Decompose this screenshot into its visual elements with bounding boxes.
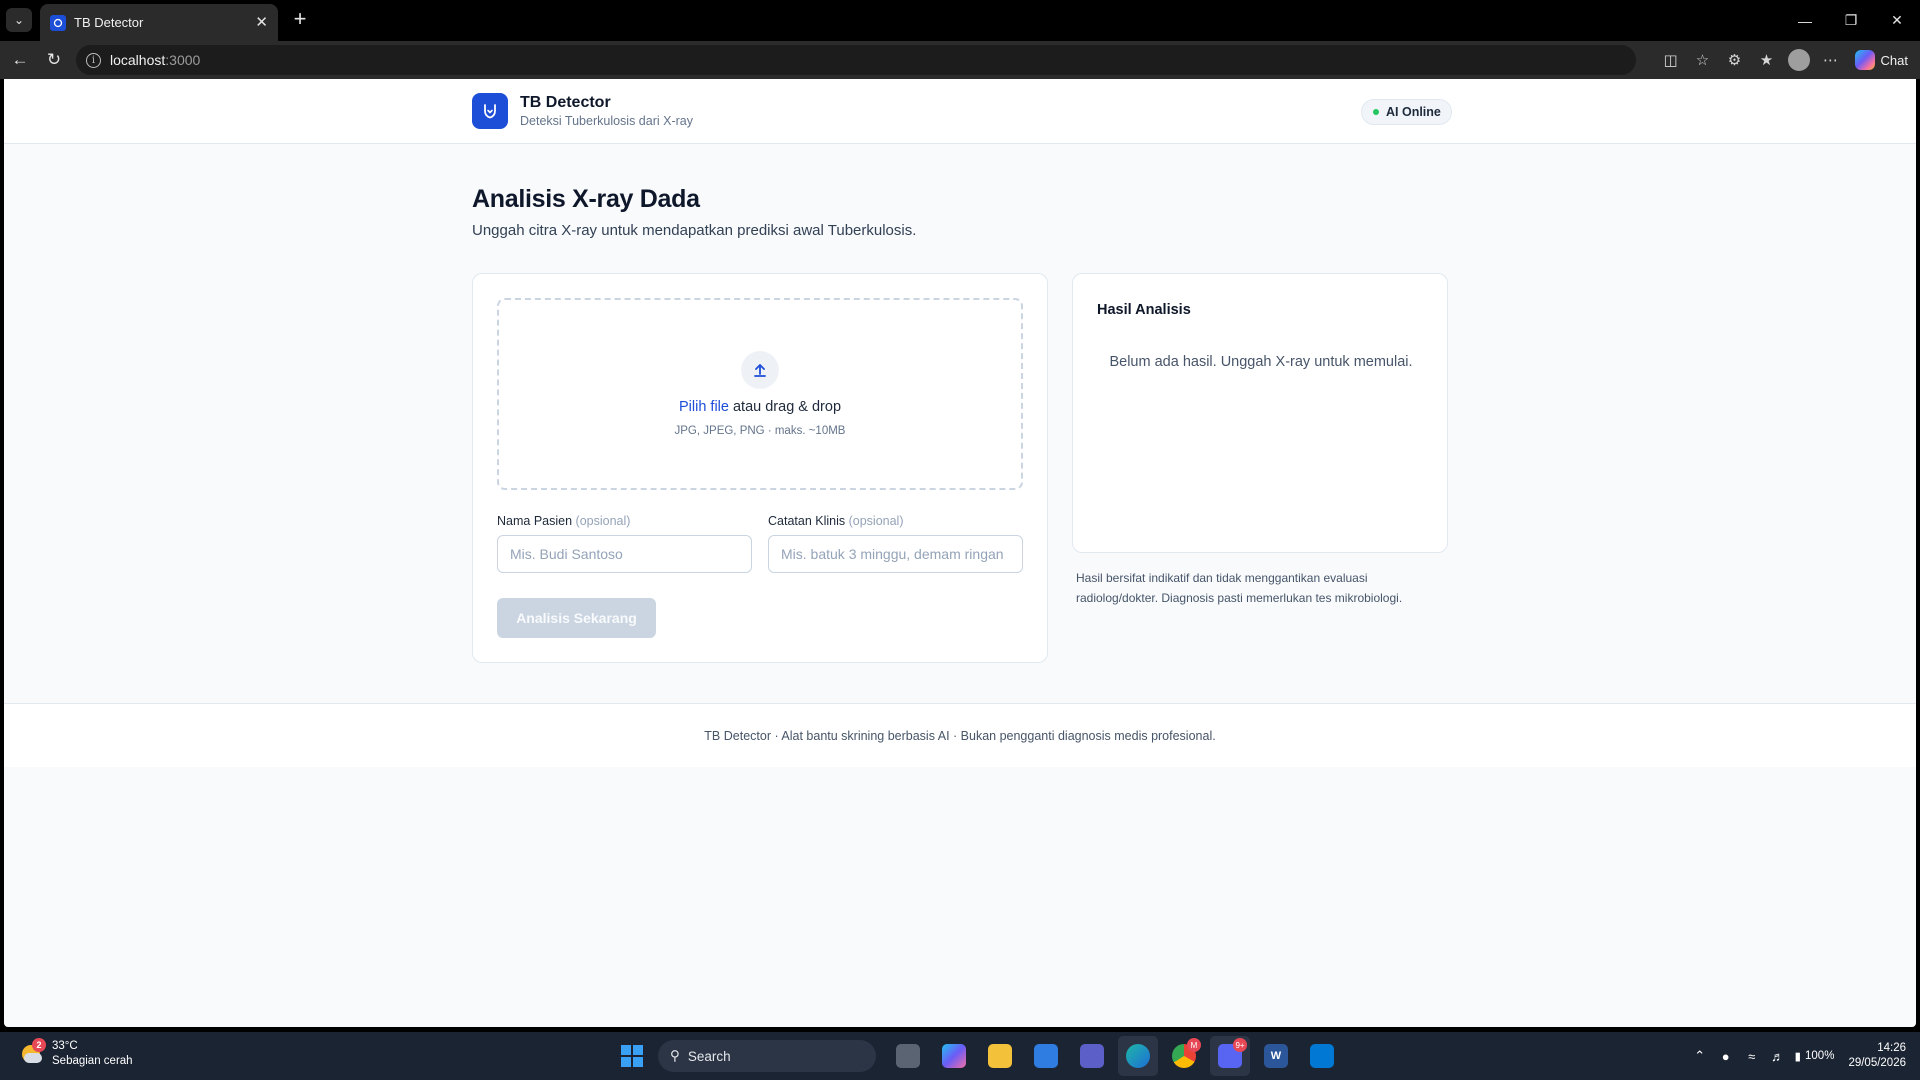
task-view-icon[interactable] [888, 1036, 928, 1076]
site-info-icon[interactable]: i [86, 52, 101, 68]
battery-indicator[interactable]: ▮ 100% [1795, 1049, 1835, 1063]
chrome-badge: M [1187, 1038, 1201, 1052]
file-explorer-icon[interactable] [980, 1036, 1020, 1076]
weather-badge: 2 [32, 1038, 46, 1052]
split-screen-icon[interactable]: ◫ [1655, 41, 1687, 79]
patient-name-label-text: Nama Pasien [497, 514, 573, 528]
result-title: Hasil Analisis [1097, 302, 1191, 318]
page-viewport: TB Detector Deteksi Tuberkulosis dari X-… [4, 79, 1916, 1027]
windows-start-icon[interactable] [612, 1036, 652, 1076]
result-card: Hasil Analisis Belum ada hasil. Unggah X… [1072, 273, 1448, 553]
restore-icon[interactable]: ❐ [1828, 0, 1874, 41]
copilot-app-icon[interactable] [934, 1036, 974, 1076]
app-tagline: Deteksi Tuberkulosis dari X-ray [520, 114, 693, 128]
refresh-icon[interactable]: ↻ [42, 48, 66, 72]
battery-percent: 100% [1805, 1050, 1835, 1062]
close-window-icon[interactable]: ✕ [1874, 0, 1920, 41]
address-bar[interactable]: i localhost:3000 [76, 45, 1636, 75]
taskbar-search[interactable]: ⚲ Search [658, 1040, 876, 1072]
partly-sunny-icon: 2 [18, 1038, 46, 1067]
page-footer: TB Detector · Alat bantu skrining berbas… [4, 703, 1916, 767]
url-host: localhost [110, 52, 166, 68]
system-tray: ⌃ ● ≈ ♬ ▮ 100% 14:26 29/05/2026 [1687, 1032, 1920, 1080]
chevron-up-icon[interactable]: ⌃ [1687, 1032, 1713, 1080]
edge-browser-icon[interactable] [1118, 1036, 1158, 1076]
shield-logo-icon [472, 93, 508, 129]
drag-drop-text: atau drag & drop [728, 399, 842, 415]
optional-tag: (opsional) [848, 514, 904, 528]
chevron-down-icon: ⌄ [13, 13, 25, 27]
dropzone-instruction: Pilih file atau drag & drop [679, 399, 841, 415]
patient-name-input[interactable] [497, 535, 752, 573]
extensions-icon[interactable]: ⚙ [1719, 41, 1751, 79]
toolbar-actions: ◫ ☆ ⚙ ★ ⋯ Chat [1655, 41, 1920, 79]
upload-card: Pilih file atau drag & drop JPG, JPEG, P… [472, 273, 1048, 663]
url-port: :3000 [165, 52, 201, 68]
teams-icon[interactable] [1072, 1036, 1112, 1076]
windows-taskbar: 2 33°C Sebagian cerah ⚲ Search M 9+ W ⌃ … [0, 1032, 1920, 1080]
result-disclaimer: Hasil bersifat indikatif dan tidak mengg… [1076, 571, 1403, 605]
status-dot-icon [1373, 109, 1379, 115]
favicon-icon [50, 14, 66, 31]
chat-label: Chat [1880, 52, 1908, 68]
word-icon[interactable]: W [1256, 1036, 1296, 1076]
app-header: TB Detector Deteksi Tuberkulosis dari X-… [4, 79, 1916, 144]
favorites-list-icon[interactable]: ★ [1751, 41, 1783, 79]
patient-name-field: Nama Pasien (opsional) [497, 514, 752, 573]
ai-status-text: AI Online [1386, 105, 1441, 119]
profile-avatar-icon[interactable] [1783, 41, 1815, 79]
more-options-icon[interactable]: ⋯ [1815, 41, 1847, 79]
app-name: TB Detector [520, 94, 611, 111]
clock-time: 14:26 [1877, 1042, 1906, 1054]
taskbar-apps: ⚲ Search M 9+ W [612, 1032, 1342, 1080]
microphone-icon[interactable]: ● [1713, 1032, 1739, 1080]
file-dropzone[interactable]: Pilih file atau drag & drop JPG, JPEG, P… [497, 298, 1023, 490]
ai-status-badge: AI Online [1361, 99, 1452, 125]
browser-toolbar: ← ↻ i localhost:3000 ◫ ☆ ⚙ ★ ⋯ Chat [0, 41, 1920, 79]
new-tab-button[interactable]: + [288, 8, 312, 32]
file-format-hint: JPG, JPEG, PNG · maks. ~10MB [674, 425, 846, 437]
search-label: Search [687, 1048, 731, 1064]
choose-file-link[interactable]: Pilih file [679, 399, 729, 415]
microsoft-store-icon[interactable] [1026, 1036, 1066, 1076]
footer-text: TB Detector · Alat bantu skrining berbas… [704, 728, 1216, 743]
clock-date: 29/05/2026 [1848, 1057, 1906, 1069]
tab-title: TB Detector [74, 15, 144, 30]
clinical-notes-label-text: Catatan Klinis [768, 514, 846, 528]
browser-tab-active[interactable]: TB Detector ✕ [40, 4, 278, 41]
close-tab-icon[interactable]: ✕ [255, 15, 268, 30]
back-icon[interactable]: ← [8, 48, 32, 72]
minimize-icon[interactable]: — [1782, 0, 1828, 41]
discord-badge: 9+ [1233, 1038, 1247, 1052]
volume-icon[interactable]: ♬ [1765, 1032, 1791, 1080]
page-title: Analisis X-ray Dada [472, 185, 700, 213]
clinical-notes-field: Catatan Klinis (opsional) [768, 514, 1023, 573]
page-subtitle: Unggah citra X-ray untuk mendapatkan pre… [472, 222, 917, 239]
wifi-icon[interactable]: ≈ [1739, 1032, 1765, 1080]
system-clock[interactable]: 14:26 29/05/2026 [1848, 1041, 1906, 1071]
copilot-chat-button[interactable]: Chat [1847, 41, 1920, 79]
discord-icon[interactable]: 9+ [1210, 1036, 1250, 1076]
clinical-notes-label: Catatan Klinis (opsional) [768, 514, 1023, 528]
search-icon: ⚲ [670, 1048, 680, 1063]
chrome-icon[interactable]: M [1164, 1036, 1204, 1076]
tab-actions-menu-button[interactable]: ⌄ [6, 8, 32, 32]
patient-name-label: Nama Pasien (opsional) [497, 514, 752, 528]
window-controls: — ❐ ✕ [1782, 0, 1920, 41]
optional-tag: (opsional) [575, 514, 631, 528]
browser-titlebar: ⌄ TB Detector ✕ + — ❐ ✕ [0, 0, 1920, 41]
weather-temperature: 33°C [52, 1040, 78, 1052]
clinical-notes-input[interactable] [768, 535, 1023, 573]
favorite-star-icon[interactable]: ☆ [1687, 41, 1719, 79]
result-empty-state: Belum ada hasil. Unggah X-ray untuk memu… [1109, 354, 1413, 370]
analyze-now-button[interactable]: Analisis Sekarang [497, 598, 656, 638]
copilot-icon [1854, 50, 1875, 70]
weather-description: Sebagian cerah [52, 1055, 133, 1067]
vscode-icon[interactable] [1302, 1036, 1342, 1076]
brand[interactable]: TB Detector Deteksi Tuberkulosis dari X-… [472, 93, 693, 129]
upload-icon [741, 351, 779, 389]
weather-widget[interactable]: 2 33°C Sebagian cerah [18, 1038, 133, 1069]
battery-icon: ▮ [1794, 1051, 1802, 1063]
